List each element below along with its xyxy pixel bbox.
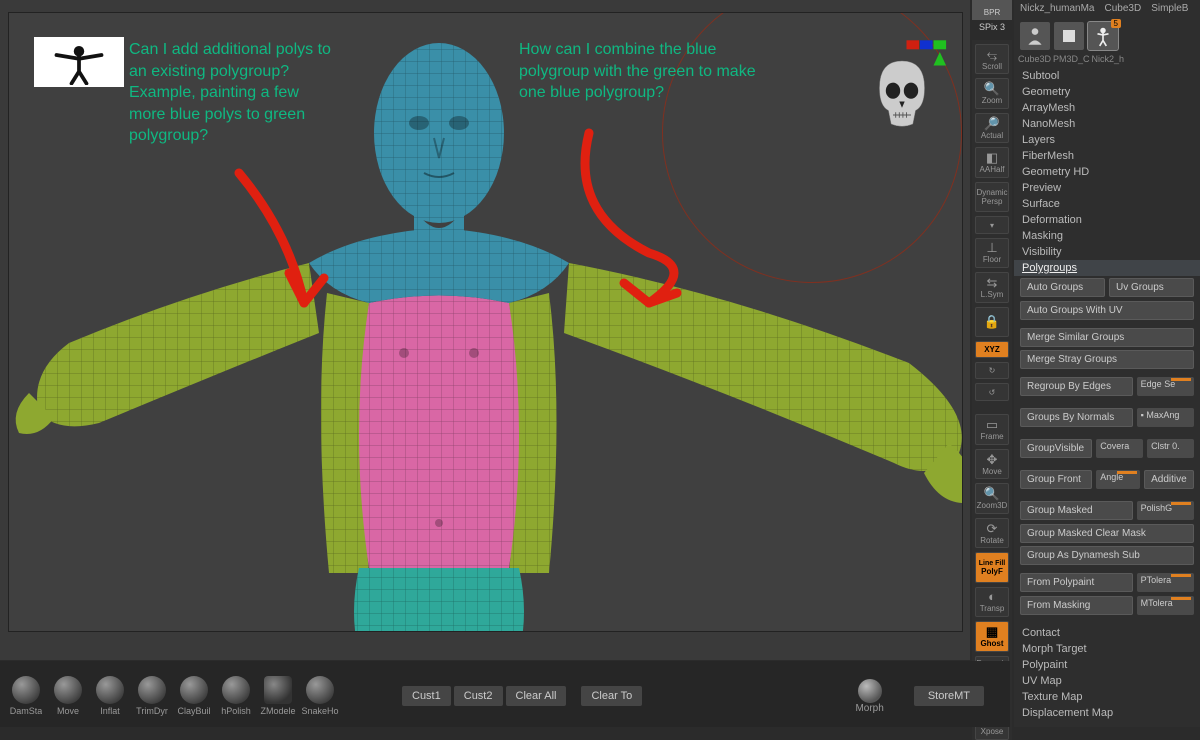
zoom3d-button[interactable]: 🔍Zoom3D (975, 483, 1009, 513)
storemt-button[interactable]: StoreMT (914, 686, 984, 706)
section-geometry[interactable]: Geometry (1014, 84, 1200, 100)
groupvisible-button[interactable]: GroupVisible (1020, 439, 1092, 458)
section-contact[interactable]: Contact (1014, 625, 1200, 641)
polyf-button[interactable]: Line FillPolyF (975, 552, 1009, 582)
group-masked-button[interactable]: Group Masked (1020, 501, 1133, 520)
bottom-bar: DamSta Move Inflat TrimDyr ClayBuil hPol… (0, 661, 1010, 727)
section-geometryhd[interactable]: Geometry HD (1014, 164, 1200, 180)
section-nanomesh[interactable]: NanoMesh (1014, 116, 1200, 132)
dynamic-button[interactable]: DynamicPersp (975, 182, 1009, 212)
angle-slider[interactable]: Angle (1096, 470, 1140, 489)
tool-tab2-2[interactable]: PM3D_C (1053, 54, 1090, 68)
brush-trimdyr[interactable]: TrimDyr (132, 676, 172, 716)
clear-all-button[interactable]: Clear All (506, 686, 567, 706)
frame-button[interactable]: ▭Frame (975, 414, 1009, 444)
mtolera-slider[interactable]: MTolera (1137, 596, 1194, 615)
polishg-slider[interactable]: PolishG (1137, 501, 1194, 520)
group-masked-clear-button[interactable]: Group Masked Clear Mask (1020, 524, 1194, 543)
canvas-wrapper: Can I add additional polys to an existin… (0, 0, 970, 660)
polygroups-content: Auto Groups Uv Groups Auto Groups With U… (1014, 276, 1200, 625)
maxang-slider[interactable]: ▪ MaxAng (1137, 408, 1194, 427)
nav-skull-gizmo[interactable] (857, 38, 947, 138)
move3d-button[interactable]: ✥Move (975, 449, 1009, 479)
tool-tab-1[interactable]: Nickz_humanMa (1016, 2, 1098, 16)
lsym-button[interactable]: ⇆L.Sym (975, 272, 1009, 302)
cust1-button[interactable]: Cust1 (402, 686, 451, 706)
additive-button[interactable]: Additive (1144, 470, 1194, 489)
tool-thumb-2[interactable] (1054, 22, 1084, 50)
ghost-button[interactable]: ▦Ghost (975, 621, 1009, 651)
from-masking-button[interactable]: From Masking (1020, 596, 1133, 615)
tool-tab-2[interactable]: Cube3D (1100, 2, 1145, 16)
divider-button[interactable]: ▾ (975, 216, 1009, 233)
tool-thumb-1[interactable] (1020, 22, 1050, 50)
coverage-slider[interactable]: Covera (1096, 439, 1143, 458)
zoom-button[interactable]: 🔍Zoom (975, 78, 1009, 108)
auto-groups-button[interactable]: Auto Groups (1020, 278, 1105, 297)
groups-normals-button[interactable]: Groups By Normals (1020, 408, 1133, 427)
merge-stray-button[interactable]: Merge Stray Groups (1020, 350, 1194, 369)
right-shelf: ⥃Scroll 🔍Zoom 🔎Actual ◧AAHalf DynamicPer… (972, 40, 1012, 740)
section-polypaint[interactable]: Polypaint (1014, 657, 1200, 673)
reference-thumbnail[interactable] (34, 37, 124, 87)
refresh1-button[interactable]: ↻ (975, 362, 1009, 379)
tool-tab2-1[interactable]: Cube3D (1018, 54, 1051, 68)
transp-button[interactable]: ◐Transp (975, 587, 1009, 617)
ptolera-slider[interactable]: PTolera (1137, 573, 1194, 592)
brush-snakeho[interactable]: SnakeHo (300, 676, 340, 716)
brush-claybuil[interactable]: ClayBuil (174, 676, 214, 716)
brush-inflat[interactable]: Inflat (90, 676, 130, 716)
section-displacementmap[interactable]: Displacement Map (1014, 705, 1200, 721)
clstr-slider[interactable]: Clstr 0. (1147, 439, 1194, 458)
brush-hpolish[interactable]: hPolish (216, 676, 256, 716)
annotation-right: How can I combine the blue polygroup wit… (519, 39, 759, 104)
refresh2-button[interactable]: ↺ (975, 383, 1009, 400)
uv-groups-button[interactable]: Uv Groups (1109, 278, 1194, 297)
section-morphtarget[interactable]: Morph Target (1014, 641, 1200, 657)
group-front-button[interactable]: Group Front (1020, 470, 1092, 489)
section-texturemap[interactable]: Texture Map (1014, 689, 1200, 705)
spix-slider[interactable]: SPix 3 (975, 22, 1009, 32)
cust2-button[interactable]: Cust2 (454, 686, 503, 706)
brush-move[interactable]: Move (48, 676, 88, 716)
section-deformation[interactable]: Deformation (1014, 212, 1200, 228)
section-polygroups[interactable]: Polygroups (1014, 260, 1200, 276)
tool-panel: Nickz_humanMa Cube3D SimpleB 5 Cube3D PM… (1014, 0, 1200, 727)
regroup-edges-button[interactable]: Regroup By Edges (1020, 377, 1133, 396)
section-subtool[interactable]: Subtool (1014, 68, 1200, 84)
scroll-button[interactable]: ⥃Scroll (975, 44, 1009, 74)
section-fibermesh[interactable]: FiberMesh (1014, 148, 1200, 164)
tool-tabs-bottom: Cube3D PM3D_C Nick2_h (1014, 54, 1200, 68)
tool-tab2-3[interactable]: Nick2_h (1092, 54, 1125, 68)
floor-button[interactable]: ⊥Floor (975, 238, 1009, 268)
section-layers[interactable]: Layers (1014, 132, 1200, 148)
auto-groups-uv-button[interactable]: Auto Groups With UV (1020, 301, 1194, 320)
rotate-button[interactable]: ⟳Rotate (975, 518, 1009, 548)
bpr-button[interactable]: BPR (972, 0, 1012, 20)
xyz-button[interactable]: XYZ (975, 341, 1009, 358)
brush-zmodele[interactable]: ZModele (258, 676, 298, 716)
tool-tab-3[interactable]: SimpleB (1147, 2, 1192, 16)
lock-button[interactable]: 🔒 (975, 307, 1009, 337)
section-surface[interactable]: Surface (1014, 196, 1200, 212)
section-preview[interactable]: Preview (1014, 180, 1200, 196)
tool-thumbs: 5 (1014, 18, 1200, 54)
tool-thumb-3[interactable]: 5 (1088, 22, 1118, 50)
aahalf-button[interactable]: ◧AAHalf (975, 147, 1009, 177)
section-masking[interactable]: Masking (1014, 228, 1200, 244)
from-polypaint-button[interactable]: From Polypaint (1020, 573, 1133, 592)
viewport-canvas[interactable]: Can I add additional polys to an existin… (8, 12, 963, 632)
morph-button[interactable]: Morph (855, 679, 883, 714)
edge-slider[interactable]: Edge Se (1137, 377, 1194, 396)
clear-to-button[interactable]: Clear To (581, 686, 642, 706)
group-dynamesh-button[interactable]: Group As Dynamesh Sub (1020, 546, 1194, 565)
tool-tabs-top: Nickz_humanMa Cube3D SimpleB (1014, 0, 1200, 18)
merge-similar-button[interactable]: Merge Similar Groups (1020, 328, 1194, 347)
brush-damsta[interactable]: DamSta (6, 676, 46, 716)
actual-button[interactable]: 🔎Actual (975, 113, 1009, 143)
section-arraymesh[interactable]: ArrayMesh (1014, 100, 1200, 116)
section-uvmap[interactable]: UV Map (1014, 673, 1200, 689)
annotation-left: Can I add additional polys to an existin… (129, 39, 339, 147)
section-visibility[interactable]: Visibility (1014, 244, 1200, 260)
